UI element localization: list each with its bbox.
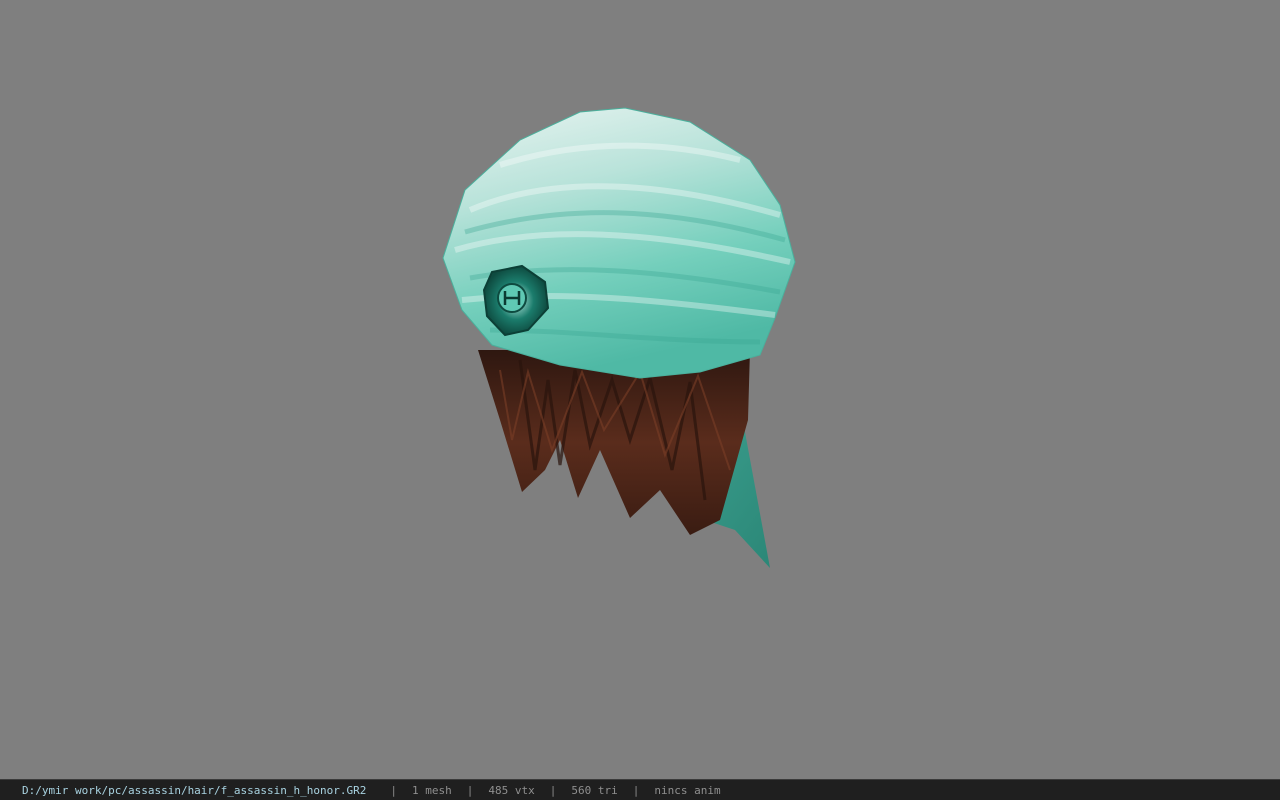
animation-info: nincs anim: [654, 783, 721, 797]
3d-viewport[interactable]: [0, 0, 1280, 779]
file-path: D:/ymir work/pc/assassin/hair/f_assassin…: [22, 783, 367, 797]
status-separator: |: [632, 783, 640, 797]
model-render[interactable]: [0, 0, 1280, 779]
status-separator: |: [466, 783, 474, 797]
hair-back: [478, 350, 750, 535]
status-separator: |: [390, 783, 397, 797]
vertex-count: 485 vtx: [488, 783, 535, 797]
status-separator: |: [549, 783, 557, 797]
triangle-count: 560 tri: [571, 783, 618, 797]
mesh-count: 1 mesh: [412, 783, 452, 797]
status-bar: D:/ymir work/pc/assassin/hair/f_assassin…: [0, 779, 1280, 800]
